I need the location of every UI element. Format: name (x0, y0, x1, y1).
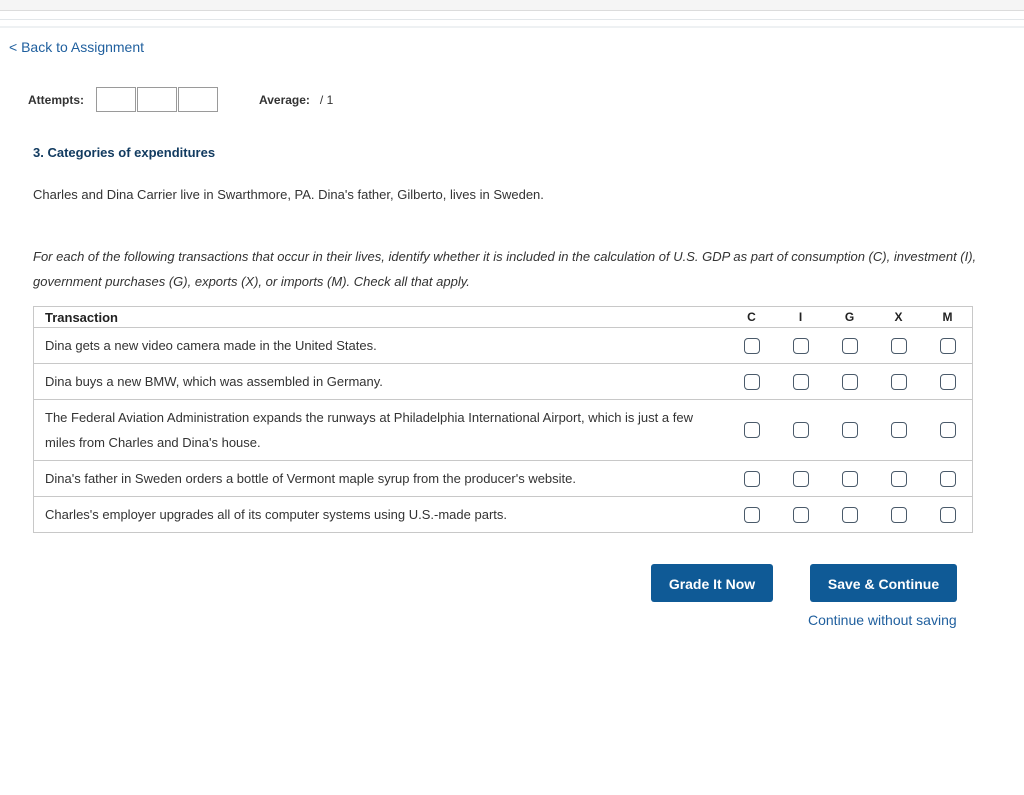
table-row: Dina's father in Sweden orders a bottle … (33, 460, 973, 497)
divider (0, 26, 1024, 28)
checkbox-investment[interactable] (792, 337, 809, 354)
checkbox-investment[interactable] (792, 470, 809, 487)
checkbox-imports[interactable] (939, 506, 956, 523)
column-header-x: X (874, 306, 923, 328)
checkbox-government[interactable] (841, 373, 858, 390)
average-label: Average: (259, 93, 310, 107)
transaction-text: Dina's father in Sweden orders a bottle … (33, 460, 727, 497)
question-intro: Charles and Dina Carrier live in Swarthm… (33, 187, 544, 202)
transaction-text: Dina gets a new video camera made in the… (33, 327, 727, 364)
table-row: Charles's employer upgrades all of its c… (33, 496, 973, 533)
average-display: Average: / 1 (259, 93, 333, 107)
attempt-box (178, 87, 218, 112)
checkbox-consumption[interactable] (743, 373, 760, 390)
question-title: 3. Categories of expenditures (33, 145, 216, 160)
checkbox-exports[interactable] (890, 422, 907, 439)
table-row: The Federal Aviation Administration expa… (33, 399, 973, 461)
divider (0, 19, 1024, 20)
checkbox-imports[interactable] (939, 373, 956, 390)
checkbox-imports[interactable] (939, 337, 956, 354)
back-to-assignment-link[interactable]: < Back to Assignment (9, 39, 144, 55)
attempts-label: Attempts: (28, 93, 84, 107)
checkbox-government[interactable] (841, 506, 858, 523)
average-value: / 1 (319, 93, 334, 107)
checkbox-government[interactable] (841, 422, 858, 439)
transaction-text: Dina buys a new BMW, which was assembled… (33, 363, 727, 400)
checkbox-consumption[interactable] (743, 506, 760, 523)
top-toolbar (0, 0, 1024, 11)
column-header-m: M (923, 306, 973, 328)
checkbox-consumption[interactable] (743, 470, 760, 487)
column-header-i: I (776, 306, 825, 328)
checkbox-consumption[interactable] (743, 422, 760, 439)
transaction-text: Charles's employer upgrades all of its c… (33, 496, 727, 533)
transaction-text: The Federal Aviation Administration expa… (33, 399, 727, 461)
table-row: Dina gets a new video camera made in the… (33, 327, 973, 364)
question-instructions: For each of the following transactions t… (33, 249, 977, 289)
checkbox-government[interactable] (841, 470, 858, 487)
checkbox-imports[interactable] (939, 422, 956, 439)
checkbox-exports[interactable] (890, 373, 907, 390)
transactions-table: Transaction C I G X M Dina gets a new vi… (33, 306, 973, 533)
checkbox-imports[interactable] (939, 470, 956, 487)
checkbox-government[interactable] (841, 337, 858, 354)
checkbox-exports[interactable] (890, 470, 907, 487)
checkbox-exports[interactable] (890, 506, 907, 523)
column-header-transaction: Transaction (33, 306, 727, 328)
attempt-box (96, 87, 136, 112)
grade-it-now-button[interactable]: Grade It Now (651, 564, 773, 602)
table-row: Dina buys a new BMW, which was assembled… (33, 363, 973, 400)
attempt-boxes (96, 87, 219, 112)
column-header-g: G (825, 306, 874, 328)
checkbox-investment[interactable] (792, 373, 809, 390)
save-and-continue-button[interactable]: Save & Continue (810, 564, 957, 602)
checkbox-investment[interactable] (792, 506, 809, 523)
checkbox-consumption[interactable] (743, 337, 760, 354)
table-header-row: Transaction C I G X M (33, 306, 973, 328)
column-header-c: C (727, 306, 776, 328)
continue-without-saving-link[interactable]: Continue without saving (808, 612, 957, 628)
attempt-box (137, 87, 177, 112)
checkbox-investment[interactable] (792, 422, 809, 439)
checkbox-exports[interactable] (890, 337, 907, 354)
